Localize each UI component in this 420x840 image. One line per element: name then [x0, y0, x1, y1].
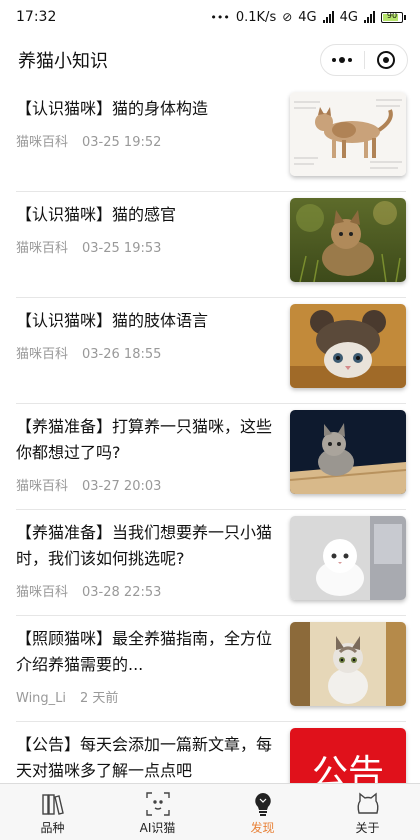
article-item[interactable]: 【养猫准备】当我们想要养一只小猫时，我们该如何挑选呢? 猫咪百科 03-28 22…	[16, 510, 406, 616]
white-persian-kitten-image	[290, 516, 406, 600]
bulb-icon	[254, 793, 271, 816]
article-source: 猫咪百科	[16, 135, 69, 150]
mute-icon: ⊘	[282, 10, 293, 24]
article-date: 03-28 22:53	[82, 585, 162, 600]
article-item[interactable]: 【养猫准备】打算养一只猫咪，这些你都想过了吗? 猫咪百科 03-27 20:03	[16, 404, 406, 510]
article-thumbnail	[290, 516, 406, 600]
signal-icon	[322, 11, 334, 23]
article-source: 猫咪百科	[16, 347, 69, 362]
article-thumbnail	[290, 622, 406, 706]
article-date: 03-25 19:52	[82, 135, 162, 150]
article-source: Wing_Li	[16, 691, 67, 706]
tab-label: 发现	[250, 821, 275, 835]
battery-icon: 90	[381, 10, 406, 23]
article-title: 【养猫准备】当我们想要养一只小猫时，我们该如何挑选呢?	[16, 523, 273, 568]
article-title: 【公告】每天会添加一篇新文章，每天对猫咪多了解一点点吧	[16, 735, 273, 780]
article-title: 【认识猫咪】猫的肢体语言	[16, 311, 209, 330]
tab-about[interactable]: 关于	[315, 784, 420, 840]
status-indicators: ••• 0.1K/s ⊘ 4G 4G 90	[210, 10, 406, 25]
network-type-1: 4G	[298, 9, 317, 25]
article-date: 03-25 19:53	[82, 241, 162, 256]
tab-label: 品种	[40, 821, 65, 835]
nav-bar: 养猫小知识	[0, 38, 420, 82]
article-title: 【认识猫咪】猫的感官	[16, 205, 177, 224]
article-date: 2 天前	[80, 691, 119, 706]
more-menu-button[interactable]	[321, 45, 364, 75]
battery-level: 90	[386, 10, 398, 20]
cat-in-knit-hat-image	[290, 304, 406, 388]
article-source: 猫咪百科	[16, 585, 69, 600]
signal-icon-2	[364, 11, 375, 23]
cat-head-icon	[357, 792, 378, 814]
page-title: 养猫小知识	[18, 51, 108, 72]
more-dots-icon	[332, 57, 353, 63]
network-speed: 0.1K/s	[235, 9, 277, 25]
status-time: 17:32	[16, 9, 57, 25]
article-item[interactable]: 【认识猫咪】猫的身体构造 猫咪百科 03-25 19:52	[16, 86, 406, 192]
mini-program-capsule	[320, 44, 408, 76]
tab-label: 关于	[355, 821, 380, 835]
article-thumbnail	[290, 198, 406, 282]
books-icon	[41, 794, 64, 815]
tabby-kitten-on-rug-image	[290, 410, 406, 494]
article-item[interactable]: 【认识猫咪】猫的肢体语言 猫咪百科 03-26 18:55	[16, 298, 406, 404]
article-item[interactable]: 【认识猫咪】猫的感官 猫咪百科 03-25 19:53	[16, 192, 406, 298]
kitten-in-grass-image	[290, 198, 406, 282]
target-icon	[376, 51, 395, 69]
article-thumbnail	[290, 410, 406, 494]
status-more: •••	[210, 10, 230, 24]
tab-breeds[interactable]: 品种	[0, 784, 105, 840]
tab-discover[interactable]: 发现	[210, 784, 315, 840]
cat-anatomy-diagram-image	[290, 92, 406, 176]
sitting-kitten-image	[290, 622, 406, 706]
article-date: 03-26 18:55	[82, 347, 162, 362]
article-title: 【照顾猫咪】最全养猫指南，全方位介绍养猫需要的...	[16, 629, 273, 674]
article-date: 03-27 20:03	[82, 479, 162, 494]
network-type-2: 4G	[339, 9, 358, 25]
close-program-button[interactable]	[365, 45, 408, 75]
article-source: 猫咪百科	[16, 241, 69, 256]
article-thumbnail	[290, 304, 406, 388]
article-item[interactable]: 【照顾猫咪】最全养猫指南，全方位介绍养猫需要的... Wing_Li 2 天前	[16, 616, 406, 722]
scan-cat-icon	[145, 792, 170, 816]
tab-ai-recognize[interactable]: AI识猫	[105, 784, 210, 840]
status-bar: 17:32 ••• 0.1K/s ⊘ 4G 4G 90	[0, 0, 420, 34]
article-thumbnail	[290, 92, 406, 176]
article-list: 【认识猫咪】猫的身体构造 猫咪百科 03-25 19:52 【认识猫咪】猫的感官…	[0, 86, 420, 828]
tab-bar: 品种 AI识猫 发现 关于	[0, 783, 420, 840]
article-title: 【认识猫咪】猫的身体构造	[16, 99, 209, 118]
article-title: 【养猫准备】打算养一只猫咪，这些你都想过了吗?	[16, 417, 273, 462]
article-source: 猫咪百科	[16, 479, 69, 494]
tab-label: AI识猫	[139, 821, 176, 835]
